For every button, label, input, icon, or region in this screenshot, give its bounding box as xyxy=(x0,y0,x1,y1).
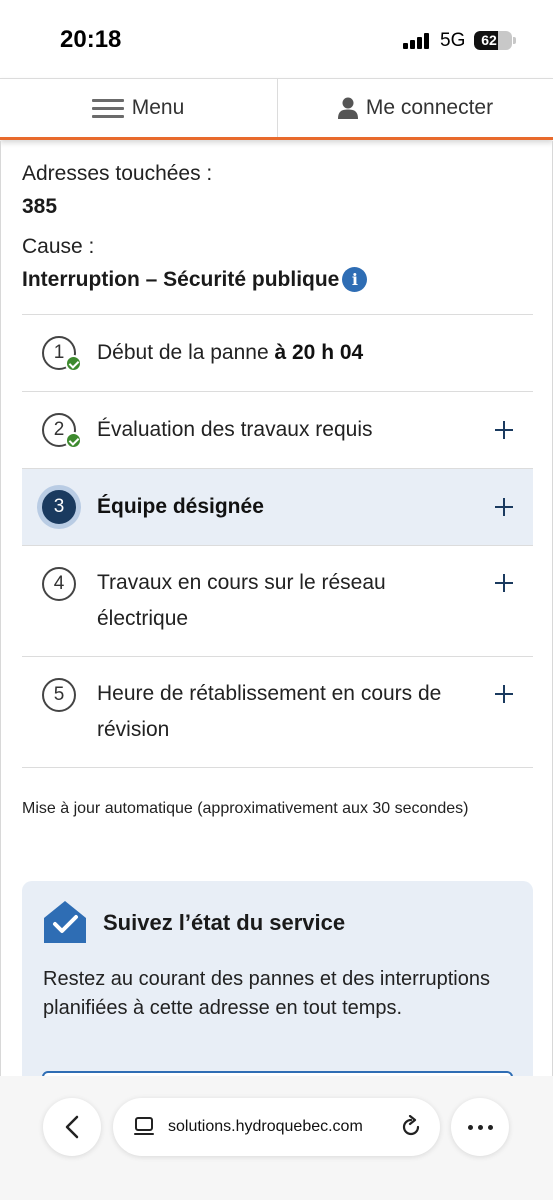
card-body: Restez au courant des pannes et des inte… xyxy=(43,968,490,1019)
house-check-icon xyxy=(44,901,86,943)
status-bar: 20:18 5G 62 xyxy=(0,0,553,80)
menu-button[interactable]: Menu xyxy=(0,79,276,137)
card-title: Suivez l’état du service xyxy=(103,910,346,935)
expand-plus-icon[interactable] xyxy=(495,498,513,516)
step-label: Début de la panne à 20 h 04 xyxy=(97,341,364,364)
cause-value: Interruption – Sécurité publique xyxy=(22,268,340,291)
battery-tip xyxy=(513,37,516,44)
step-label: Équipe désignée xyxy=(97,495,264,518)
menu-label: Menu xyxy=(131,96,185,119)
battery-level: 62 xyxy=(481,32,497,48)
auto-update-note: Mise à jour automatique (approximativeme… xyxy=(22,800,469,817)
reload-icon[interactable] xyxy=(399,1115,423,1139)
outage-progress-steps: 1 Début de la panne à 20 h 04 2 Évaluati… xyxy=(22,314,533,768)
chevron-left-icon xyxy=(65,1115,79,1139)
step-label: Évaluation des travaux requis xyxy=(97,418,373,441)
status-time: 20:18 xyxy=(60,26,122,53)
checkmark-icon xyxy=(65,432,82,449)
url-text: solutions.hydroquebec.com xyxy=(168,1118,363,1135)
address-bar[interactable]: solutions.hydroquebec.com xyxy=(113,1098,440,1156)
user-icon xyxy=(337,97,358,119)
cause-value-row: Interruption – Sécurité publique i xyxy=(22,267,368,292)
expand-plus-icon[interactable] xyxy=(495,574,513,592)
addresses-label: Adresses touchées : xyxy=(22,162,213,185)
step-work-evaluation[interactable]: 2 Évaluation des travaux requis xyxy=(22,392,533,469)
more-button[interactable] xyxy=(451,1098,509,1156)
site-header: Menu Me connecter xyxy=(0,78,553,140)
outage-details: Adresses touchées : 385 Cause : Interrup… xyxy=(0,141,553,1076)
tabs-icon xyxy=(134,1117,154,1135)
network-type: 5G xyxy=(440,30,466,51)
expand-plus-icon[interactable] xyxy=(495,421,513,439)
back-button[interactable] xyxy=(43,1098,101,1156)
outage-start-time: à 20 h 04 xyxy=(274,341,364,364)
battery-icon: 62 xyxy=(474,31,512,50)
step-crew-assigned[interactable]: 3 Équipe désignée xyxy=(22,469,533,546)
more-icon xyxy=(467,1124,493,1130)
step-number: 5 xyxy=(42,678,76,712)
browser-toolbar: solutions.hydroquebec.com xyxy=(0,1076,553,1200)
info-icon[interactable]: i xyxy=(342,267,368,292)
checkmark-icon xyxy=(65,355,82,372)
step-work-in-progress[interactable]: 4 Travaux en cours sur le réseau électri… xyxy=(22,546,533,657)
step-number: 4 xyxy=(42,567,76,601)
addresses-value: 385 xyxy=(22,195,58,218)
step-restoration-time[interactable]: 5 Heure de rétablissement en cours de ré… xyxy=(22,657,533,768)
step-outage-start: 1 Début de la panne à 20 h 04 xyxy=(22,315,533,392)
cellular-signal-icon xyxy=(403,33,433,49)
login-label: Me connecter xyxy=(365,96,494,119)
step-label: Heure de rétablissement en cours de révi… xyxy=(97,682,442,741)
cause-label: Cause : xyxy=(22,235,95,258)
expand-plus-icon[interactable] xyxy=(495,685,513,703)
step-label: Travaux en cours sur le réseau électriqu… xyxy=(97,571,386,630)
hamburger-icon xyxy=(91,98,124,118)
login-button[interactable]: Me connecter xyxy=(277,79,553,137)
service-follow-card: Suivez l’état du service Restez au coura… xyxy=(22,881,533,1076)
step-number-current: 3 xyxy=(42,490,76,524)
